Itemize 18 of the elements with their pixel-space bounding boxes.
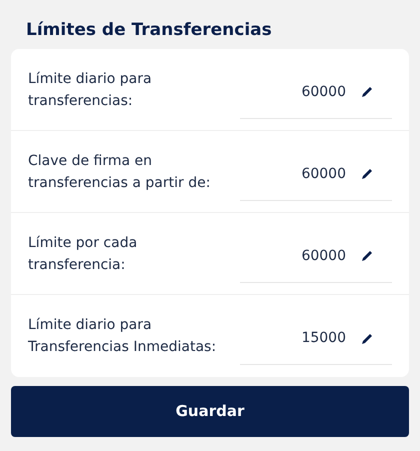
save-button[interactable]: Guardar bbox=[11, 386, 409, 437]
limit-label: Límite por cada transferencia: bbox=[28, 234, 138, 274]
limit-input-field[interactable]: 60000 bbox=[240, 66, 392, 118]
limit-label: Límite diario para Transferencias Inmediatas: bbox=[28, 316, 218, 357]
limit-value: 60000 bbox=[301, 82, 346, 102]
limit-value: 15000 bbox=[301, 329, 346, 348]
pencil-edit-icon[interactable] bbox=[360, 249, 374, 263]
pencil-edit-icon[interactable] bbox=[360, 85, 374, 99]
limit-input-field[interactable]: 15000 bbox=[240, 313, 392, 365]
pencil-edit-icon[interactable] bbox=[360, 332, 374, 346]
limit-label: Límite diario para transferencias: bbox=[28, 70, 153, 110]
limit-input-field[interactable]: 60000 bbox=[240, 230, 392, 282]
limit-value: 60000 bbox=[301, 164, 346, 184]
limit-label: Clave de firma en transferencias a partir de: bbox=[28, 152, 212, 192]
limit-value: 60000 bbox=[301, 246, 346, 266]
section-title: Límites de Transferencias bbox=[25, 19, 273, 42]
pencil-edit-icon[interactable] bbox=[360, 167, 374, 181]
limit-input-field[interactable]: 60000 bbox=[240, 148, 392, 200]
